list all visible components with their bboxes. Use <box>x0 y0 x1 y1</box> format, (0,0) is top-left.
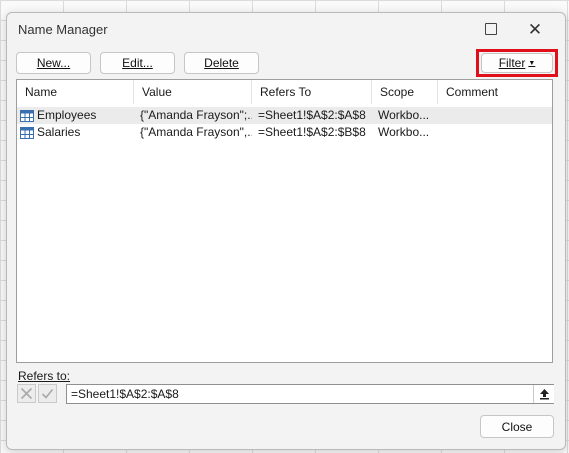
cancel-edit-button[interactable] <box>17 384 36 403</box>
edit-button[interactable]: Edit... <box>100 52 175 74</box>
column-header-refers-to[interactable]: Refers To <box>252 80 372 104</box>
cell-name: Salaries <box>17 124 134 141</box>
cell-scope: Workbo... <box>378 125 430 139</box>
dialog-title: Name Manager <box>18 22 108 37</box>
cell-comment <box>438 124 552 141</box>
close-icon: ✕ <box>527 19 543 39</box>
maximize-button[interactable] <box>469 13 513 45</box>
dropdown-caret-icon: ▼ <box>528 59 536 67</box>
column-header-comment[interactable]: Comment <box>438 80 552 104</box>
filter-button[interactable]: Filter ▼ <box>481 53 553 73</box>
close-window-button[interactable]: ✕ <box>513 13 557 45</box>
new-button[interactable]: New... <box>16 52 91 74</box>
cell-name: Employees <box>17 107 134 124</box>
cell-value: {"Amanda Frayson",... <box>140 125 252 139</box>
cell-refers-to: =Sheet1!$A$2:$A$8 <box>258 108 366 122</box>
table-row[interactable]: Employees {"Amanda Frayson";... =Sheet1!… <box>17 107 552 124</box>
cell-value: {"Amanda Frayson";... <box>140 108 252 122</box>
confirm-edit-button[interactable] <box>38 384 57 403</box>
names-list[interactable]: Name Value Refers To Scope Comment Emplo… <box>16 79 553 363</box>
table-row[interactable]: Salaries {"Amanda Frayson",... =Sheet1!$… <box>17 124 552 141</box>
collapse-dialog-button[interactable] <box>533 385 554 403</box>
refers-to-input[interactable]: =Sheet1!$A$2:$A$8 <box>66 384 554 404</box>
column-header-value[interactable]: Value <box>134 80 252 104</box>
title-bar: Name Manager ✕ <box>7 13 565 45</box>
cell-scope: Workbo... <box>378 108 430 122</box>
check-icon <box>41 388 54 399</box>
close-button[interactable]: Close <box>480 415 554 438</box>
refers-to-label: Refers to: <box>18 369 71 383</box>
name-text: Salaries <box>37 125 81 139</box>
maximize-icon <box>485 23 497 35</box>
collapse-dialog-icon <box>539 389 549 400</box>
name-text: Employees <box>37 108 97 122</box>
name-manager-dialog: Name Manager ✕ New... Edit... Delete Fil… <box>6 12 566 450</box>
filter-button-label: Filter <box>498 56 526 70</box>
column-header-name[interactable]: Name <box>17 80 134 104</box>
table-icon <box>20 109 34 122</box>
cancel-x-icon <box>20 387 33 400</box>
table-icon <box>20 126 34 139</box>
list-header: Name Value Refers To Scope Comment <box>17 80 552 104</box>
cell-comment <box>438 107 552 124</box>
delete-button[interactable]: Delete <box>184 52 259 74</box>
column-header-scope[interactable]: Scope <box>372 80 438 104</box>
cell-refers-to: =Sheet1!$A$2:$B$8 <box>258 125 366 139</box>
